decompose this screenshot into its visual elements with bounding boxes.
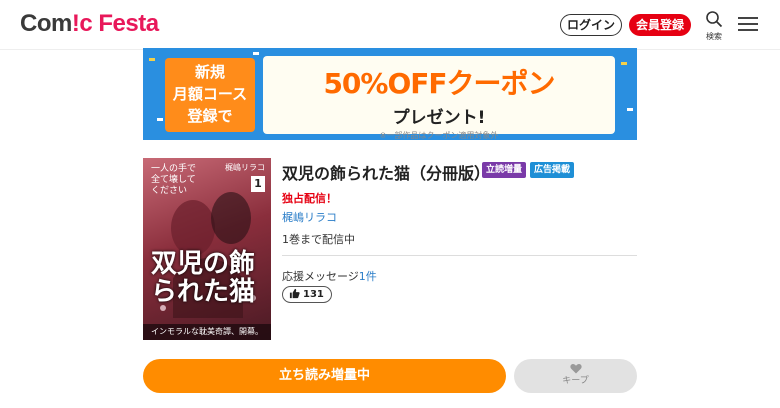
badge-preview-extended: 立読増量 — [482, 162, 527, 178]
read-preview-button[interactable]: 立ち読み増量中 — [143, 359, 506, 393]
cover-title: 双児の飾られた猫 — [151, 249, 256, 307]
cover-volume: 1 — [251, 176, 265, 192]
book-title: 双児の飾られた猫（分冊版） — [282, 164, 491, 183]
exclusive-label: 独占配信！ — [282, 192, 337, 205]
keep-button[interactable]: キープ — [514, 359, 637, 393]
cheer-label: 応援メッセージ — [282, 270, 359, 283]
banner-coupon-card: 50%OFFクーポン プレゼント! ※一部作品はクーポン適用対象外 — [263, 56, 615, 140]
search-button[interactable]: 検索 — [701, 10, 727, 42]
banner-note: ※一部作品はクーポン適用対象外 — [379, 131, 499, 140]
register-button[interactable]: 会員登録 — [629, 14, 691, 36]
banner-main-text: 50%OFFクーポン — [323, 67, 555, 100]
cheer-count[interactable]: 1件 — [359, 270, 377, 283]
delivery-status: 1巻まで配信中 — [282, 233, 355, 246]
login-button[interactable]: ログイン — [560, 14, 622, 36]
site-logo[interactable]: Com!c Festa — [20, 10, 159, 38]
campaign-banner[interactable]: 新規 月額コース 登録で 50%OFFクーポン プレゼント! ※一部作品はクーポ… — [143, 48, 637, 140]
logo-suffix: Festa — [92, 10, 159, 37]
logo-accent: !c — [71, 10, 93, 37]
keep-label: キープ — [562, 376, 589, 386]
cheer-messages[interactable]: 応援メッセージ1件 — [282, 268, 377, 284]
divider — [282, 255, 637, 256]
banner-new-member-text: 新規 月額コース 登録で — [165, 58, 255, 132]
thumbs-up-icon — [289, 288, 300, 298]
banner-sub-text: プレゼント! — [392, 108, 486, 128]
hamburger-menu-icon[interactable] — [738, 15, 758, 33]
cover-author: 梶嶋リラコ — [225, 163, 265, 172]
search-icon — [706, 11, 723, 28]
like-count: 131 — [303, 289, 324, 300]
logo-prefix: Com — [20, 10, 72, 37]
like-button[interactable]: 131 — [282, 286, 332, 303]
banner-left-text: 新規 月額コース 登録で — [172, 63, 248, 125]
search-label: 検索 — [706, 32, 722, 41]
badge-advertised: 広告掲載 — [530, 162, 575, 178]
author-link[interactable]: 梶嶋リラコ — [282, 209, 337, 225]
site-header: Com!c Festa ログイン 会員登録 検索 — [0, 0, 780, 50]
cover-tagline: 一人の手で 全て壊して ください — [151, 164, 197, 196]
cover-bottom-text: インモラルな耽美奇譚、開幕。 — [143, 324, 271, 340]
book-cover[interactable]: 一人の手で 全て壊して ください 梶嶋リラコ 1 双児の飾られた猫 インモラルな… — [143, 158, 271, 340]
